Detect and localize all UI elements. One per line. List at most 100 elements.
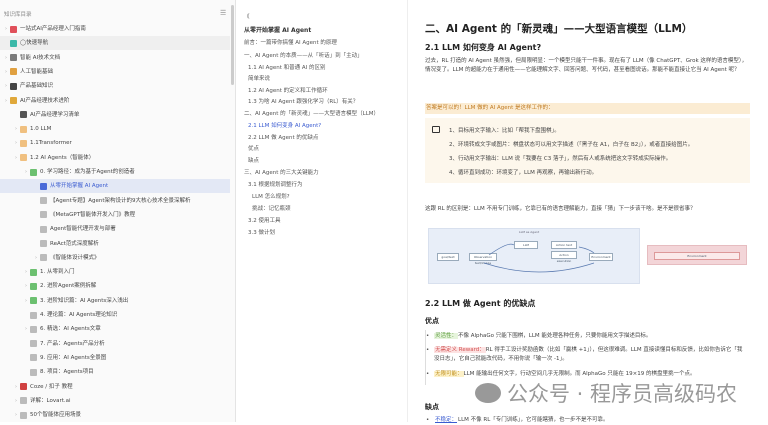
knowledge-base-sidebar: 知识库目录 ☰ › 一站式AI产品经理入门指南 ◯快速导航 › 智能 AI技术文档 › 人工… [0, 0, 236, 422]
sidebar-item[interactable]: › 3. 进阶知识篇：AI Agents深入浅出 [0, 294, 230, 308]
pro-item: • 无需定义 Reward：RL 得手工设计奖励函数（比如「赢棋 +1」），但这很… [426, 347, 743, 362]
sidebar-item[interactable]: › 1. 从零到入门 [0, 265, 230, 279]
outline-item[interactable]: 简单来说 [248, 74, 270, 82]
sidebar-item[interactable]: › 50个智能体应用场景 [0, 408, 230, 422]
sidebar-item[interactable]: AI产品经理学习清单 [0, 108, 230, 122]
subsection-heading: 2.2 LLM 做 Agent 的优缺点 [425, 299, 536, 308]
expand-arrow-icon[interactable]: › [2, 22, 10, 36]
watermark: 公众号 · 程序员高级码农 [475, 378, 737, 408]
outline-item[interactable]: 优点 [248, 144, 259, 152]
sidebar-item[interactable]: › 详解：Lovart.ai [0, 394, 230, 408]
outline-item[interactable]: 挑战：记忆瓶颈 [252, 204, 291, 212]
sidebar-item[interactable]: › 《智能体设计模式》 [0, 251, 230, 265]
sidebar-item-label: ReAct范式深度解析 [50, 240, 99, 247]
sidebar-item-label: 详解：Lovart.ai [30, 397, 71, 404]
page-icon [30, 268, 37, 276]
pro-text: LLM 能输出任何文字，行动空间几乎无限制。而 AlphaGo 只能在 19×1… [463, 371, 696, 377]
expand-arrow-icon[interactable]: › [32, 251, 40, 265]
sidebar-item[interactable]: 【Agent专题】Agent架构设计的9大核心技术全景深解析 [0, 194, 230, 208]
sidebar-item[interactable]: › 人工智能基础 [0, 65, 230, 79]
expand-arrow-icon[interactable]: › [12, 136, 20, 150]
outline-item[interactable]: 三、AI Agent 的三大关键能力 [244, 168, 319, 176]
expand-arrow-icon[interactable]: › [12, 380, 20, 394]
expand-arrow-icon[interactable]: › [2, 65, 10, 79]
page-icon [30, 282, 37, 290]
sidebar-title: 知识库目录 [4, 12, 32, 18]
sidebar-item[interactable]: 7. 产品：Agents产品分析 [0, 337, 230, 351]
page-icon [20, 154, 27, 162]
sidebar-item[interactable]: › 1.1Transformer [0, 136, 230, 150]
expand-arrow-icon[interactable]: › [12, 122, 20, 136]
outline-item[interactable]: 2.1 LLM 如何变身 AI Agent? [248, 121, 321, 129]
sidebar-item[interactable]: › 智能 AI技术文档 [0, 51, 230, 65]
sidebar-item-label: Coze / 扣子 教程 [30, 383, 73, 390]
step-item: 3、行动用文字输出：LLM 说「我要在 C3 落子」，然后有人或系统把这文字转成… [449, 156, 672, 162]
outline-item[interactable]: 3.3 做计划 [248, 228, 275, 236]
sidebar-item[interactable]: 9. 应用：AI Agents全景图 [0, 351, 230, 365]
expand-arrow-icon[interactable]: › [22, 165, 30, 179]
sidebar-item[interactable]: › Coze / 扣子 教程 [0, 380, 230, 394]
collapse-outline-button[interactable]: 《 [244, 12, 250, 20]
sidebar-item-label: 智能 AI技术文档 [20, 54, 61, 61]
subsection-heading: 2.1 LLM 如何变身 AI Agent? [425, 43, 542, 52]
expand-arrow-icon[interactable]: › [12, 151, 20, 165]
sidebar-item[interactable]: › 产品基础知识 [0, 79, 230, 93]
outline-item[interactable]: 2.2 LLM 做 Agent 的优缺点 [248, 133, 318, 141]
sidebar-item-label: 1.2 AI Agents（智能体） [30, 154, 95, 161]
expand-arrow-icon[interactable]: › [2, 51, 10, 65]
outline-item[interactable]: 一、AI Agent 的本质——从「听话」到「主动」 [244, 51, 363, 59]
sidebar-scrollbar[interactable] [231, 5, 234, 85]
callout-block: 1、目标用文字输入：比如「帮我下盘围棋」。 2、环境转成文字或图片：棋盘状态可以… [425, 118, 750, 183]
sidebar-item-label: 3. 进阶知识篇：AI Agents深入浅出 [40, 297, 129, 304]
expand-arrow-icon[interactable]: › [22, 294, 30, 308]
outline-item[interactable]: 缺点 [248, 156, 259, 164]
outline-item[interactable]: 前言：一篇带你搞懂 AI Agent 的原理 [244, 38, 337, 46]
keyboard-icon [432, 126, 440, 133]
outline-item[interactable]: 1.3 为啥 AI Agent 跟强化学习（RL）有关？ [248, 97, 358, 105]
sidebar-item[interactable]: › 6. 精选：AI Agents文章 [0, 322, 230, 336]
sidebar-item[interactable]: Agent智能代理开发与部署 [0, 222, 230, 236]
page-icon [30, 354, 37, 362]
sidebar-item[interactable]: 从零开始掌握 AI Agent [0, 179, 230, 194]
sidebar-item-label: 2. 进阶Agent案例拆解 [40, 283, 97, 290]
page-icon [30, 325, 37, 333]
sidebar-item[interactable]: 4. 理论篇：AI Agents理论知识 [0, 308, 230, 322]
sidebar-item[interactable]: 8. 项目：Agents项目 [0, 365, 230, 379]
collapse-sidebar-icon[interactable]: ☰ [220, 9, 226, 17]
expand-arrow-icon[interactable]: › [12, 408, 20, 422]
outline-item[interactable]: 1.1 AI Agent 和普通 AI 的区别 [248, 63, 326, 71]
outline-item[interactable]: 3.2 使用工具 [248, 216, 281, 224]
con-item: • 不稳定：LLM 不像 RL「专门训练」，它可能瞎猜，也一步不是不可靠。 [426, 417, 609, 423]
sidebar-item[interactable]: › 1.0 LLM [0, 122, 230, 136]
expand-arrow-icon[interactable]: › [12, 394, 20, 408]
outline-item[interactable]: 二、AI Agent 的「新灵魂」——大型语言模型（LLM） [244, 109, 379, 117]
page-icon [10, 97, 17, 104]
outline-item[interactable]: 3.1 根据规划调整行为 [248, 180, 303, 188]
sidebar-item[interactable]: › 0. 学习路径：成为基于Agent的创造者 [0, 165, 230, 179]
step-item: 1、目标用文字输入：比如「帮我下盘围棋」。 [449, 128, 560, 134]
page-icon [30, 297, 37, 305]
pro-item: • 灵活性：不像 AlphaGo 只能下围棋，LLM 能处理各种任务，只要你能用文… [426, 333, 652, 339]
sidebar-item[interactable]: ◯快速导航 [0, 36, 230, 51]
pro-tag: 无限可能： [434, 371, 464, 377]
expand-arrow-icon[interactable]: › [2, 79, 10, 93]
sidebar-item-label: 8. 项目：Agents项目 [40, 369, 94, 376]
sidebar-item[interactable]: 《MetaGPT智能体开发入门》教程 [0, 208, 230, 222]
expand-arrow-icon[interactable]: › [22, 265, 30, 279]
sidebar-item[interactable]: › 2. 进阶Agent案例拆解 [0, 279, 230, 293]
document-content: 二、AI Agent 的「新灵魂」——大型语言模型（LLM） 2.1 LLM 如… [410, 0, 768, 423]
outline-item[interactable]: 从零开始掌握 AI Agent [244, 25, 311, 34]
sidebar-item-label: AI产品经理技术进阶 [20, 97, 70, 104]
sidebar-item[interactable]: › 1.2 AI Agents（智能体） [0, 151, 230, 165]
sidebar-item[interactable]: › 一站式AI产品经理入门指南 [0, 22, 230, 36]
sidebar-item[interactable]: ReAct范式深度解析 [0, 237, 230, 251]
sidebar-item[interactable]: › AI产品经理技术进阶 [0, 94, 230, 108]
outline-item[interactable]: LLM 怎么规划? [252, 192, 290, 200]
outline-item[interactable]: 1.2 AI Agent 的定义和工作循环 [248, 86, 328, 94]
cons-heading: 缺点 [425, 403, 439, 411]
page-icon [40, 240, 47, 247]
expand-arrow-icon[interactable]: › [22, 279, 30, 293]
step-item: 4、循环直到成功：环境变了，LLM 再观察，再输出新行动。 [449, 170, 598, 176]
expand-arrow-icon[interactable]: › [2, 94, 10, 108]
expand-arrow-icon[interactable]: › [22, 322, 30, 336]
